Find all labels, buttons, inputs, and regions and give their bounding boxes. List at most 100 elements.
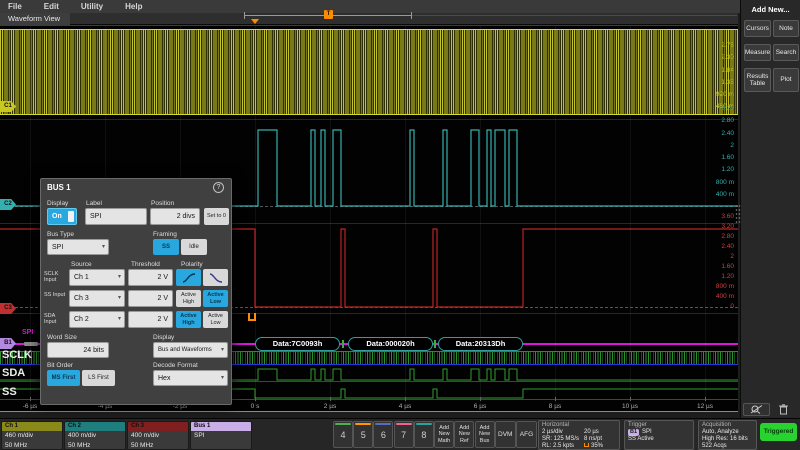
bus-label-input[interactable]: SPI <box>85 208 147 225</box>
bus-type-label: Bus Type <box>47 231 74 238</box>
ch2-scale-label: 2.40 <box>721 130 734 138</box>
position-label: Position <box>151 200 174 207</box>
horizontal-panel[interactable]: Horizontal 2 µs/div20 µs SR: 125 MS/s8 n… <box>538 420 620 450</box>
plot-button[interactable]: Plot <box>773 68 799 92</box>
badge-bus1[interactable]: Bus 1SPI <box>190 421 252 450</box>
channel-6-button[interactable]: 6 <box>373 421 393 448</box>
zoom-off-icon <box>750 405 764 414</box>
set-to-zero-button[interactable]: Set to 0 <box>204 208 229 225</box>
bus-type-dropdown[interactable]: SPI <box>47 239 109 255</box>
time-label: 8 µs <box>549 403 561 410</box>
sclk-threshold-input[interactable]: 2 V <box>128 269 173 286</box>
ch3-scale-label: 800 m <box>716 283 734 291</box>
trigger-type: SPI <box>642 429 652 436</box>
bus-handle[interactable] <box>24 342 38 346</box>
trigger-record-marker[interactable]: T <box>324 10 333 19</box>
channel-7-button[interactable]: 7 <box>394 421 414 448</box>
ss-active-high-button[interactable]: Active High <box>176 290 201 307</box>
channel-5-button[interactable]: 5 <box>353 421 373 448</box>
time-tick <box>480 397 481 401</box>
sclk-polarity-rising-button[interactable] <box>176 269 201 286</box>
ss-source-dropdown[interactable]: Ch 3 <box>69 290 125 307</box>
word-size-input[interactable]: 24 bits <box>47 342 109 358</box>
badge-scale: 400 m/div <box>65 431 125 441</box>
ch2-scale-label: 400 m <box>716 191 734 199</box>
time-tick <box>405 397 406 401</box>
framing-ss-button[interactable]: SS <box>153 239 179 255</box>
position-input[interactable]: 2 divs <box>150 208 200 225</box>
cursors-button[interactable]: Cursors <box>744 20 771 37</box>
ch3-scale-label: 3.60 <box>721 213 734 221</box>
toggle-knob <box>68 211 74 222</box>
badge-ch3[interactable]: Ch 3400 m/div50 MHz <box>127 421 189 450</box>
sidebar-splitter[interactable] <box>735 204 741 224</box>
menu-help[interactable]: Help <box>125 2 142 11</box>
ch2-scale-label: 1.60 <box>721 154 734 162</box>
menu-file[interactable]: File <box>8 2 22 11</box>
zoom-tool-button[interactable] <box>743 403 770 416</box>
acquisition-panel[interactable]: Acquisition Auto, Analyze High Res: 16 b… <box>698 420 757 450</box>
sda-source-dropdown[interactable]: Ch 2 <box>69 311 125 328</box>
display-mode-dropdown[interactable]: Bus and Waveforms <box>153 342 228 358</box>
oscilloscope-screen: FileEditUtilityHelp Waveform View T SPI … <box>0 0 800 450</box>
framing-idle-button[interactable]: Idle <box>181 239 207 255</box>
badge-header: Ch 3 <box>128 422 188 431</box>
sclk-polarity-falling-button[interactable] <box>203 269 228 286</box>
trigger-panel[interactable]: Trigger B1SPI SS Active <box>624 420 694 450</box>
record-length: RL: 2.5 kpts <box>542 443 584 450</box>
menu-utility[interactable]: Utility <box>81 2 103 11</box>
badge-ch1[interactable]: Ch 1460 m/div50 MHz <box>1 421 63 450</box>
sclk-source-dropdown[interactable]: Ch 1 <box>69 269 125 286</box>
channel-color-strip <box>335 423 351 425</box>
ss-active-low-button[interactable]: Active Low <box>203 290 228 307</box>
add-new-bus-button[interactable]: Add New Bus <box>475 421 495 448</box>
ms-first-button[interactable]: MS First <box>47 370 80 386</box>
ch1-scale-label: 1.84 <box>721 67 734 75</box>
sda-active-high-button[interactable]: Active High <box>176 311 201 328</box>
ch3-scale-label: 2.40 <box>721 243 734 251</box>
channel-color-strip <box>396 423 412 425</box>
sda-threshold-input[interactable]: 2 V <box>128 311 173 328</box>
afg-button[interactable]: AFG <box>516 421 537 448</box>
grid-column <box>30 26 31 406</box>
channel-4-button[interactable]: 4 <box>333 421 353 448</box>
trigger-position-icon[interactable] <box>251 19 259 24</box>
threshold-column-header: Threshold <box>131 261 160 268</box>
ss-threshold-input[interactable]: 2 V <box>128 290 173 307</box>
time-tick <box>555 397 556 401</box>
sda-active-low-button[interactable]: Active Low <box>203 311 228 328</box>
channel-buttons-group: 45678Add New MathAdd New RefAdd New BusD… <box>333 421 537 448</box>
dvm-button[interactable]: DVM <box>495 421 516 448</box>
digital-label-ss: SS <box>2 386 17 398</box>
badge-ch2[interactable]: Ch 2400 m/div50 MHz <box>64 421 126 450</box>
ls-first-button[interactable]: LS First <box>82 370 115 386</box>
word-size-label: Word Size <box>47 334 77 341</box>
display-mode-label: Display <box>153 334 174 341</box>
add-new-math-button[interactable]: Add New Math <box>434 421 454 448</box>
horizontal-window: 20 µs <box>584 429 599 436</box>
measure-button[interactable]: Measure <box>744 44 771 61</box>
grid-column <box>705 26 706 406</box>
time-label: 10 µs <box>622 403 638 410</box>
results-table-button[interactable]: Results Table <box>744 68 771 92</box>
display-on-toggle[interactable]: On <box>47 208 77 225</box>
frame-separator-tick <box>342 340 344 348</box>
framing-label: Framing <box>153 231 177 238</box>
ch1-scale-label: 2.30 <box>721 54 734 62</box>
time-tick <box>30 397 31 401</box>
badge-bandwidth: 50 MHz <box>2 441 62 450</box>
record-view-right-cap <box>411 12 412 19</box>
trash-button[interactable] <box>774 403 792 416</box>
decode-format-dropdown[interactable]: Hex <box>153 370 228 386</box>
sample-interval: 8 ns/pt <box>584 436 602 443</box>
search-button[interactable]: Search <box>773 44 799 61</box>
help-icon[interactable]: ? <box>213 182 224 193</box>
note-button[interactable]: Note <box>773 20 799 37</box>
rising-edge-icon <box>182 273 196 283</box>
trash-icon <box>779 404 788 415</box>
menu-edit[interactable]: Edit <box>44 2 59 11</box>
ch3-scale-label: 0 <box>730 303 734 311</box>
channel-8-button[interactable]: 8 <box>414 421 434 448</box>
tab-waveform-view[interactable]: Waveform View <box>0 13 70 25</box>
add-new-ref-button[interactable]: Add New Ref <box>454 421 474 448</box>
